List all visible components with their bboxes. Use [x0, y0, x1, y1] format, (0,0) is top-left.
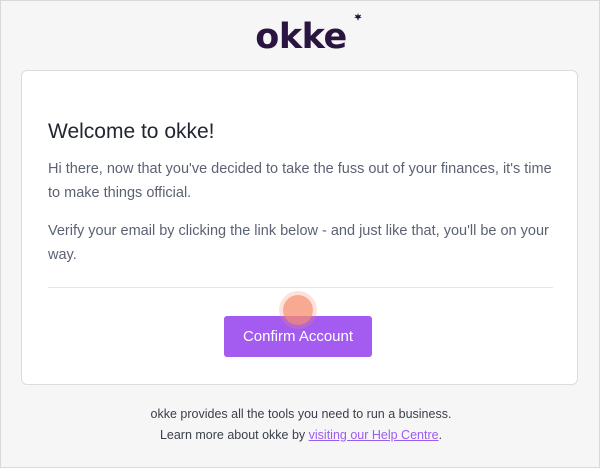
maple-leaf-icon — [354, 13, 362, 21]
help-centre-link[interactable]: visiting our Help Centre — [309, 428, 439, 442]
email-frame: okke Welcome to okke! Hi there, now that… — [0, 0, 600, 468]
email-title: Welcome to okke! — [48, 120, 215, 143]
click-indicator — [283, 295, 313, 325]
email-footer: okke provides all the tools you need to … — [1, 404, 600, 446]
footer-line-2: Learn more about okke by visiting our He… — [1, 425, 600, 446]
verify-paragraph: Verify your email by clicking the link b… — [48, 223, 549, 263]
logo-text: okke — [255, 17, 347, 57]
welcome-card: Welcome to okke! Hi there, now that you'… — [21, 70, 578, 385]
okke-logo: okke — [1, 15, 600, 59]
footer-line-2-suffix: . — [438, 428, 443, 442]
divider — [48, 287, 553, 288]
footer-line-1: okke provides all the tools you need to … — [150, 407, 452, 421]
footer-line-2-prefix: Learn more about okke by — [159, 428, 309, 442]
intro-paragraph: Hi there, now that you've decided to tak… — [48, 161, 552, 201]
